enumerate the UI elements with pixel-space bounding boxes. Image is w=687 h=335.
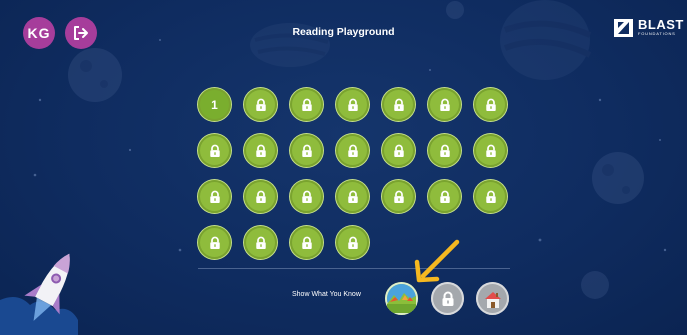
house-icon xyxy=(484,291,501,308)
level-button-locked[interactable] xyxy=(474,88,507,121)
lock-icon xyxy=(485,98,496,111)
lock-icon xyxy=(255,144,266,157)
locked-bonus-button[interactable] xyxy=(431,282,464,315)
show-what-you-know-label: Show What You Know xyxy=(292,291,361,298)
brand-logo-icon xyxy=(614,19,633,37)
lock-icon xyxy=(347,98,358,111)
lock-icon xyxy=(485,144,496,157)
level-button-locked[interactable] xyxy=(382,134,415,167)
level-button-locked[interactable] xyxy=(244,134,277,167)
level-button-locked[interactable] xyxy=(290,226,323,259)
reading-playground-screen: KG Reading Playground BLAST FOUNDATIONS … xyxy=(0,0,687,335)
lock-icon xyxy=(347,236,358,249)
level-button-locked[interactable] xyxy=(428,180,461,213)
arrow-pointer-icon xyxy=(414,239,460,283)
page-title: Reading Playground xyxy=(292,26,395,38)
lock-icon xyxy=(255,98,266,111)
level-button-locked[interactable] xyxy=(382,180,415,213)
level-button-locked[interactable] xyxy=(244,180,277,213)
lock-icon xyxy=(347,190,358,203)
level-button-locked[interactable] xyxy=(198,180,231,213)
lock-icon xyxy=(393,144,404,157)
lock-icon xyxy=(209,190,220,203)
lock-icon xyxy=(301,144,312,157)
lock-icon xyxy=(393,98,404,111)
lock-icon xyxy=(301,236,312,249)
level-button-locked[interactable] xyxy=(336,180,369,213)
level-button-locked[interactable] xyxy=(290,180,323,213)
level-button-locked[interactable] xyxy=(336,88,369,121)
landscape-icon xyxy=(387,284,416,313)
lock-icon xyxy=(301,190,312,203)
lock-icon xyxy=(255,190,266,203)
level-button-locked[interactable] xyxy=(336,134,369,167)
level-button-locked[interactable] xyxy=(336,226,369,259)
level-number: 1 xyxy=(211,97,218,112)
locked-house-button[interactable] xyxy=(476,282,509,315)
level-button-locked[interactable] xyxy=(198,226,231,259)
space-background xyxy=(0,0,667,335)
lock-icon xyxy=(209,236,220,249)
lock-icon xyxy=(347,144,358,157)
level-button-locked[interactable] xyxy=(474,180,507,213)
lock-icon xyxy=(439,190,450,203)
brand-name: BLAST xyxy=(638,17,684,32)
lock-icon xyxy=(209,144,220,157)
lock-icon xyxy=(439,144,450,157)
level-button-locked[interactable] xyxy=(474,134,507,167)
level-button-locked[interactable] xyxy=(290,134,323,167)
divider xyxy=(198,268,510,269)
level-button-locked[interactable] xyxy=(290,88,323,121)
level-button-locked[interactable] xyxy=(428,88,461,121)
level-button-locked[interactable] xyxy=(382,88,415,121)
lock-icon xyxy=(485,190,496,203)
show-what-you-know-button[interactable] xyxy=(385,282,418,315)
rocket-icon xyxy=(24,253,70,321)
lock-icon xyxy=(393,190,404,203)
level-button-locked[interactable] xyxy=(244,226,277,259)
level-button-current[interactable]: 1 xyxy=(198,88,231,121)
level-button-locked[interactable] xyxy=(198,134,231,167)
lock-icon xyxy=(301,98,312,111)
lock-icon xyxy=(442,291,453,306)
lock-icon xyxy=(439,98,450,111)
level-button-locked[interactable] xyxy=(244,88,277,121)
lock-icon xyxy=(255,236,266,249)
brand-logo: BLAST FOUNDATIONS xyxy=(614,18,684,38)
level-button-locked[interactable] xyxy=(428,134,461,167)
